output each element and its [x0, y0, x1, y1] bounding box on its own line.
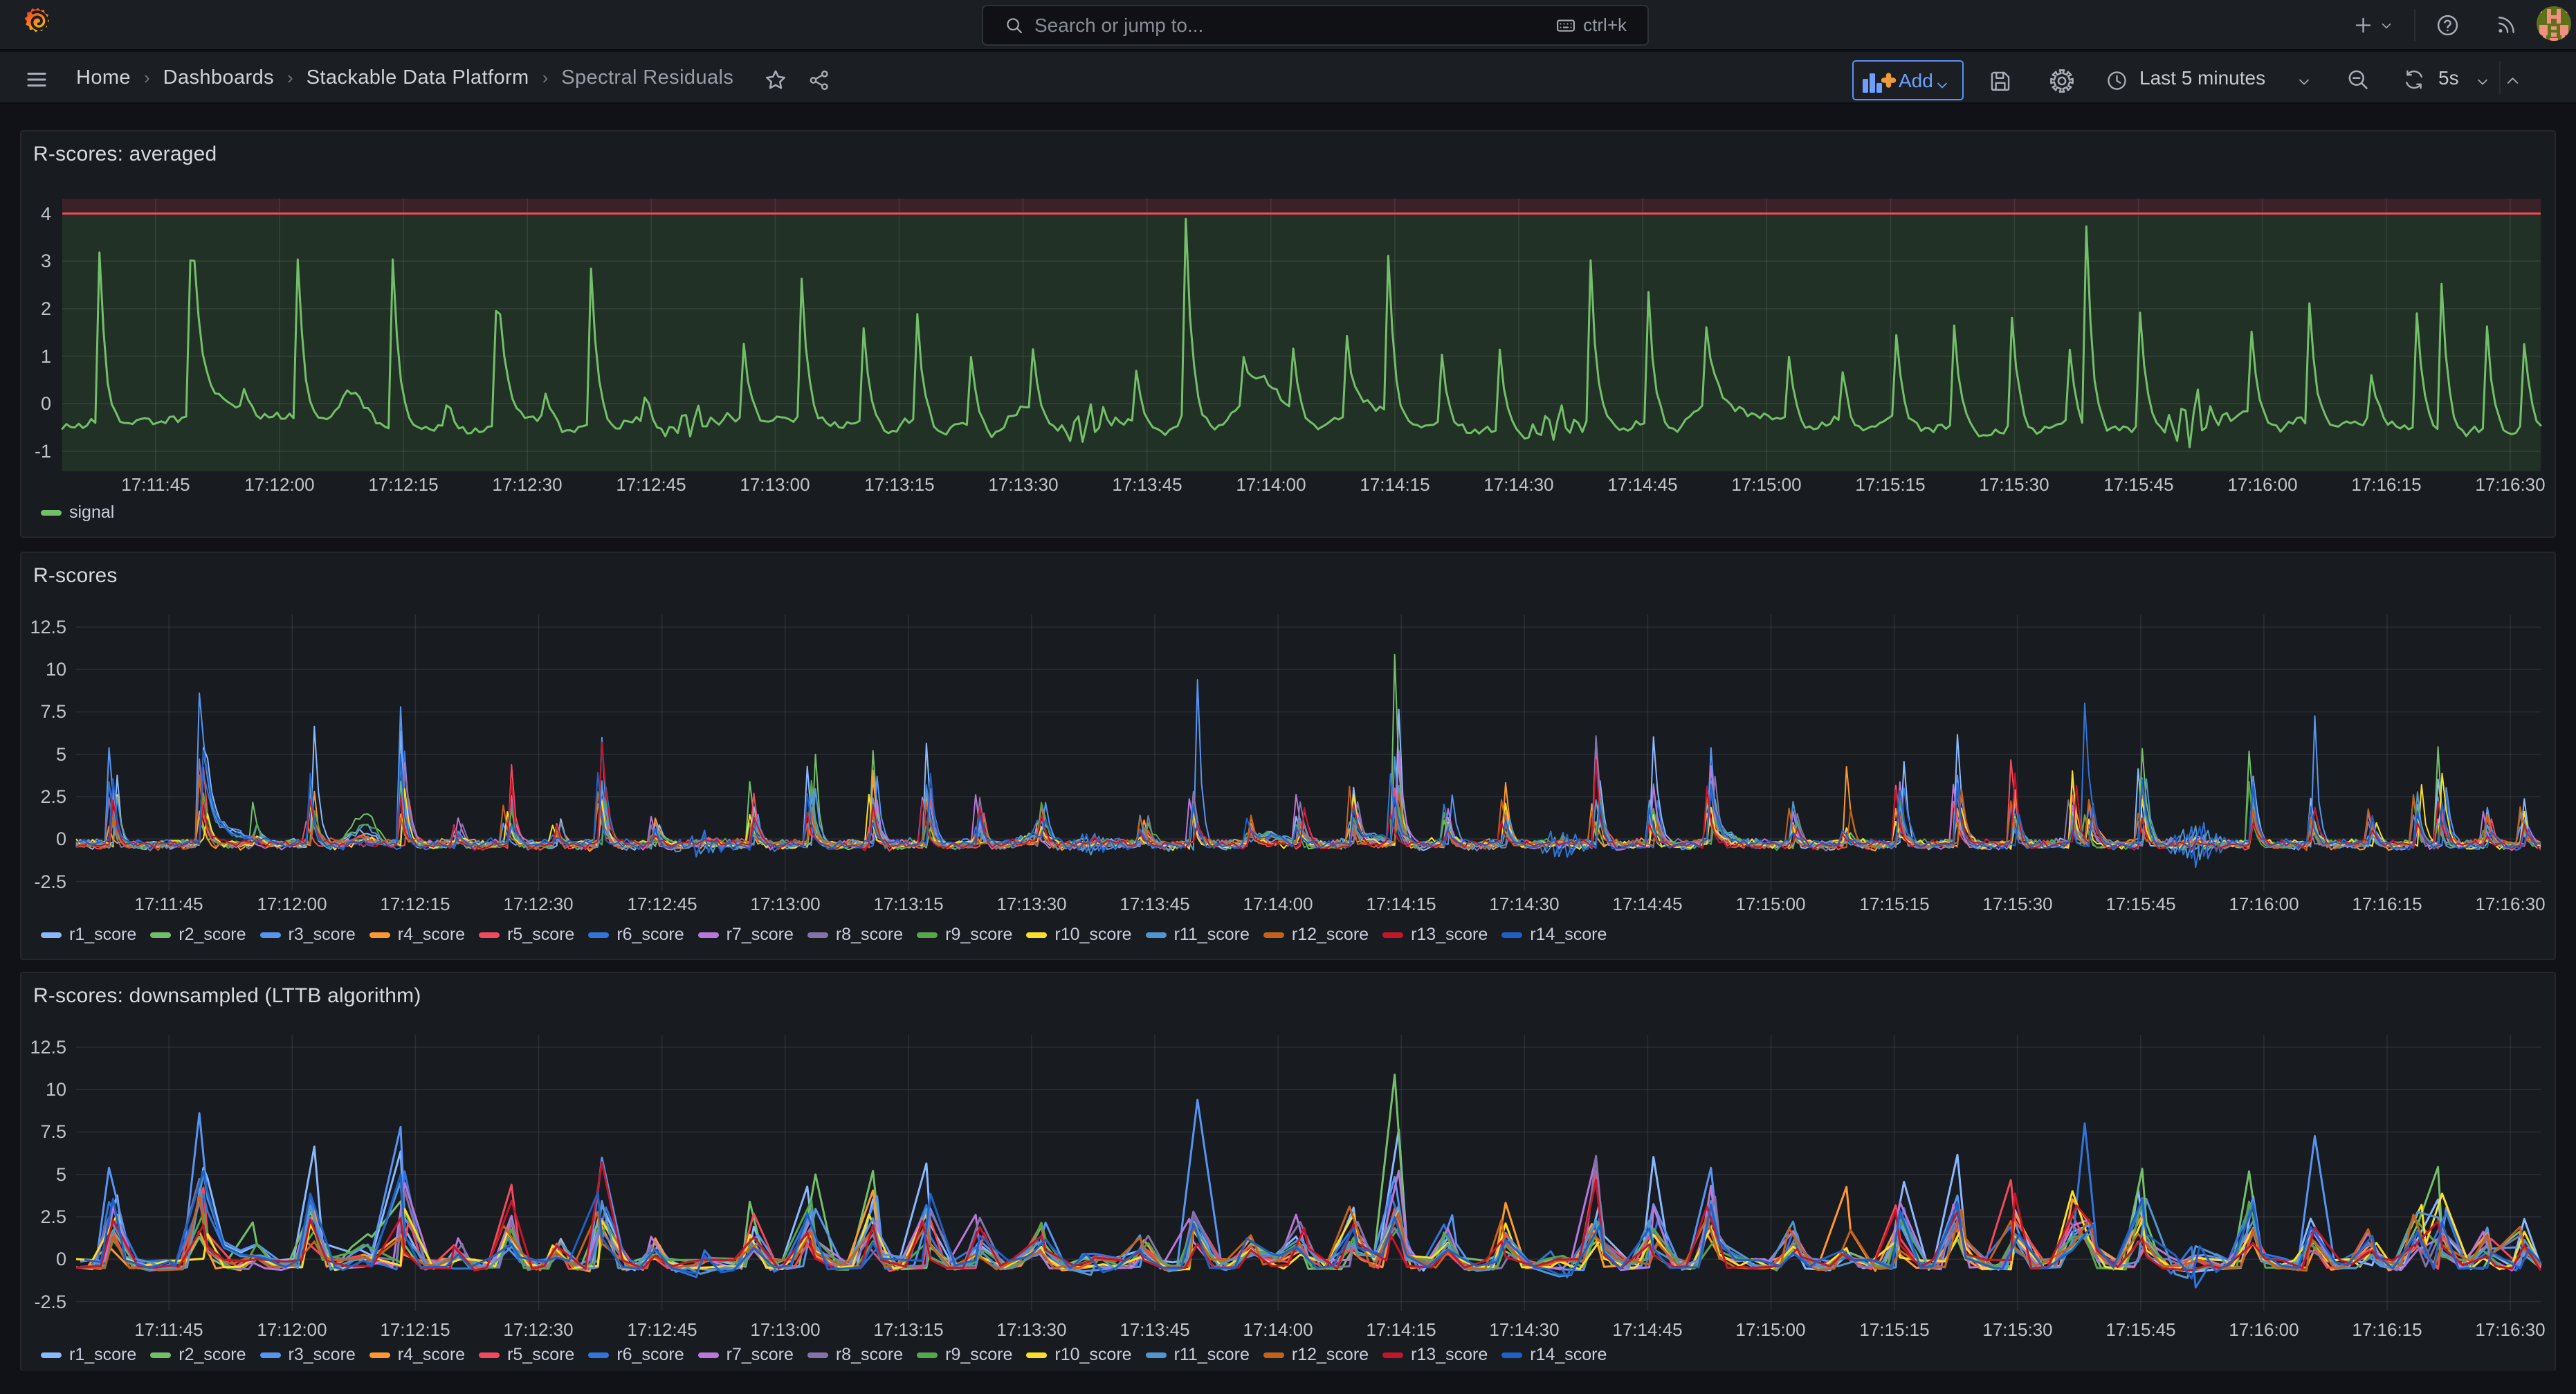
svg-text:17:15:15: 17:15:15: [1859, 894, 1929, 914]
svg-text:2.5: 2.5: [40, 786, 66, 807]
svg-text:17:16:30: 17:16:30: [2475, 474, 2545, 495]
svg-text:10: 10: [46, 1079, 66, 1100]
svg-text:1: 1: [41, 346, 51, 367]
svg-text:17:15:00: 17:15:00: [1735, 1319, 1805, 1340]
svg-text:17:12:00: 17:12:00: [257, 894, 327, 914]
svg-text:17:12:15: 17:12:15: [380, 1319, 450, 1340]
svg-text:0: 0: [56, 1249, 66, 1269]
svg-text:4: 4: [41, 203, 51, 224]
svg-text:17:14:00: 17:14:00: [1243, 1319, 1313, 1340]
svg-text:10: 10: [46, 659, 66, 680]
svg-text:17:12:00: 17:12:00: [244, 474, 314, 495]
svg-text:17:13:45: 17:13:45: [1120, 1319, 1189, 1340]
svg-text:17:15:45: 17:15:45: [2105, 894, 2175, 914]
svg-text:17:12:15: 17:12:15: [368, 474, 438, 495]
svg-text:17:12:15: 17:12:15: [380, 894, 450, 914]
svg-text:17:12:30: 17:12:30: [503, 894, 573, 914]
svg-text:17:16:15: 17:16:15: [2352, 1319, 2422, 1340]
svg-text:5: 5: [56, 1164, 66, 1185]
svg-text:17:15:30: 17:15:30: [1982, 1319, 2052, 1340]
svg-text:17:14:15: 17:14:15: [1360, 474, 1429, 495]
svg-text:17:12:00: 17:12:00: [257, 1319, 327, 1340]
svg-text:17:16:30: 17:16:30: [2475, 1319, 2545, 1340]
svg-text:17:13:00: 17:13:00: [750, 894, 820, 914]
svg-text:17:14:45: 17:14:45: [1612, 1319, 1682, 1340]
svg-text:17:14:15: 17:14:15: [1366, 1319, 1436, 1340]
svg-text:17:16:00: 17:16:00: [2227, 474, 2297, 495]
svg-text:17:14:00: 17:14:00: [1236, 474, 1306, 495]
svg-text:17:16:00: 17:16:00: [2229, 894, 2299, 914]
svg-text:-1: -1: [35, 441, 51, 462]
svg-text:17:13:30: 17:13:30: [988, 474, 1058, 495]
svg-text:17:15:45: 17:15:45: [2105, 1319, 2175, 1340]
svg-text:17:13:30: 17:13:30: [996, 894, 1066, 914]
svg-text:17:16:30: 17:16:30: [2475, 894, 2545, 914]
svg-text:17:14:30: 17:14:30: [1489, 894, 1559, 914]
svg-text:17:15:45: 17:15:45: [2103, 474, 2173, 495]
svg-text:17:15:15: 17:15:15: [1855, 474, 1925, 495]
svg-text:17:14:15: 17:14:15: [1366, 894, 1436, 914]
svg-text:17:14:45: 17:14:45: [1607, 474, 1677, 495]
svg-text:7.5: 7.5: [40, 701, 66, 722]
svg-text:17:13:45: 17:13:45: [1120, 894, 1189, 914]
svg-text:17:15:15: 17:15:15: [1859, 1319, 1929, 1340]
svg-text:0: 0: [56, 829, 66, 849]
svg-text:17:12:30: 17:12:30: [503, 1319, 573, 1340]
svg-text:17:15:30: 17:15:30: [1982, 894, 2052, 914]
svg-text:17:16:15: 17:16:15: [2352, 894, 2422, 914]
svg-text:17:13:15: 17:13:15: [864, 474, 934, 495]
svg-text:17:11:45: 17:11:45: [134, 1319, 203, 1340]
svg-text:17:13:45: 17:13:45: [1112, 474, 1182, 495]
svg-text:17:13:00: 17:13:00: [750, 1319, 820, 1340]
svg-text:17:12:45: 17:12:45: [616, 474, 686, 495]
svg-text:-2.5: -2.5: [34, 871, 66, 892]
svg-text:17:16:15: 17:16:15: [2351, 474, 2421, 495]
svg-text:17:15:00: 17:15:00: [1731, 474, 1801, 495]
svg-text:17:11:45: 17:11:45: [121, 474, 190, 495]
svg-text:17:13:15: 17:13:15: [873, 894, 943, 914]
svg-text:17:11:45: 17:11:45: [134, 894, 203, 914]
svg-text:2: 2: [41, 298, 51, 319]
svg-text:17:14:30: 17:14:30: [1483, 474, 1553, 495]
svg-text:3: 3: [41, 251, 51, 271]
svg-text:17:13:15: 17:13:15: [873, 1319, 943, 1340]
svg-text:5: 5: [56, 744, 66, 765]
svg-text:17:13:30: 17:13:30: [996, 1319, 1066, 1340]
svg-text:12.5: 12.5: [30, 1037, 66, 1058]
svg-text:2.5: 2.5: [40, 1206, 66, 1227]
svg-text:17:14:00: 17:14:00: [1243, 894, 1313, 914]
svg-text:17:16:00: 17:16:00: [2229, 1319, 2299, 1340]
svg-text:17:14:45: 17:14:45: [1612, 894, 1682, 914]
svg-text:0: 0: [41, 393, 51, 414]
svg-text:17:15:30: 17:15:30: [1979, 474, 2049, 495]
svg-text:17:12:45: 17:12:45: [627, 1319, 697, 1340]
svg-text:17:14:30: 17:14:30: [1489, 1319, 1559, 1340]
svg-text:7.5: 7.5: [40, 1121, 66, 1142]
svg-text:17:12:45: 17:12:45: [627, 894, 697, 914]
svg-text:17:12:30: 17:12:30: [492, 474, 562, 495]
svg-text:17:13:00: 17:13:00: [740, 474, 810, 495]
svg-text:12.5: 12.5: [30, 617, 66, 637]
svg-text:17:15:00: 17:15:00: [1735, 894, 1805, 914]
svg-text:-2.5: -2.5: [34, 1292, 66, 1312]
